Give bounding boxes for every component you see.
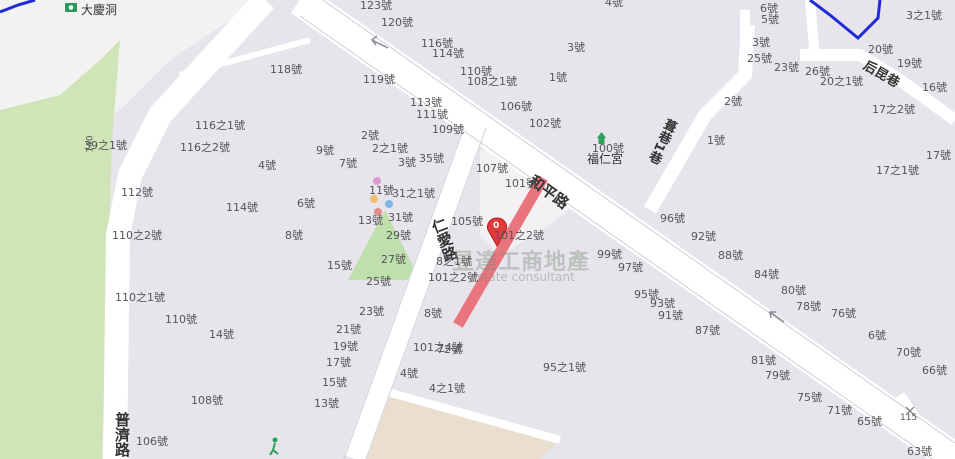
address-label: 20號 bbox=[868, 43, 893, 56]
address-label: 17號 bbox=[926, 149, 951, 162]
address-label: 8號 bbox=[424, 307, 442, 320]
address-label: 4之1號 bbox=[429, 382, 465, 395]
address-label: 2號 bbox=[724, 95, 742, 108]
address-label: 100號 bbox=[592, 142, 624, 155]
address-label: 96號 bbox=[660, 212, 685, 225]
address-label: 116之2號 bbox=[180, 141, 230, 154]
address-label: 6號 bbox=[868, 329, 886, 342]
address-label: 39之1號 bbox=[84, 139, 127, 152]
address-label: 3號 bbox=[398, 156, 416, 169]
address-label: 111號 bbox=[416, 108, 448, 121]
address-label: 2之1號 bbox=[372, 142, 408, 155]
address-label: 4號 bbox=[400, 367, 418, 380]
address-label: 8之1號 bbox=[436, 255, 472, 268]
address-label: 119號 bbox=[363, 73, 395, 86]
address-label: 71號 bbox=[827, 404, 852, 417]
address-label: 66號 bbox=[922, 364, 947, 377]
address-label: 80號 bbox=[781, 284, 806, 297]
address-label: 110之2號 bbox=[112, 229, 162, 242]
address-label: 99號 bbox=[597, 248, 622, 261]
address-label: 118號 bbox=[270, 63, 302, 76]
address-label: 106號 bbox=[500, 100, 532, 113]
address-label: 110號 bbox=[165, 313, 197, 326]
address-label: 21號 bbox=[336, 323, 361, 336]
address-label: 23號 bbox=[774, 61, 799, 74]
address-label: 11號 bbox=[369, 184, 394, 197]
address-label: 76號 bbox=[831, 307, 856, 320]
address-label: 91號 bbox=[658, 309, 683, 322]
address-label: 109號 bbox=[432, 123, 464, 136]
address-label: 35號 bbox=[419, 152, 444, 165]
address-label: 79號 bbox=[765, 369, 790, 382]
address-label: 2號 bbox=[361, 129, 379, 142]
address-label: 120號 bbox=[381, 16, 413, 29]
address-label: 65號 bbox=[857, 415, 882, 428]
address-label: 87號 bbox=[695, 324, 720, 337]
address-label: 1號 bbox=[707, 134, 725, 147]
address-label: 72號 bbox=[437, 343, 462, 356]
address-label: 114號 bbox=[226, 201, 258, 214]
address-label: 101號 bbox=[505, 177, 537, 190]
address-label: 101之2號 bbox=[428, 271, 478, 284]
address-label: 108之1號 bbox=[467, 75, 517, 88]
address-label: 25號 bbox=[747, 52, 772, 65]
address-label: 78號 bbox=[796, 300, 821, 313]
address-label: 108號 bbox=[191, 394, 223, 407]
address-label: 20之1號 bbox=[820, 75, 863, 88]
address-label: 17之2號 bbox=[872, 103, 915, 116]
address-label: 19號 bbox=[333, 340, 358, 353]
address-label: 17之1號 bbox=[876, 164, 919, 177]
address-label: 8號 bbox=[285, 229, 303, 242]
address-label: 97號 bbox=[618, 261, 643, 274]
address-label: 92號 bbox=[691, 230, 716, 243]
poi-daqing-cave[interactable]: 大慶洞 bbox=[81, 1, 117, 18]
address-label: 114號 bbox=[432, 47, 464, 60]
address-label: 9號 bbox=[316, 144, 334, 157]
address-label: 3之1號 bbox=[906, 9, 942, 22]
address-label: 13號 bbox=[314, 397, 339, 410]
address-label: 101之2號 bbox=[494, 229, 544, 242]
address-label: 13號 bbox=[358, 214, 383, 227]
address-label: 25號 bbox=[366, 275, 391, 288]
address-label: 15號 bbox=[327, 259, 352, 272]
map-view[interactable]: 大慶洞 福仁宮 和平路 仁愛路 普濟路 葺巷1巷 后昆巷 140 115 0 昱… bbox=[0, 0, 955, 459]
road-number-label: 115 bbox=[900, 413, 918, 423]
address-label: 31之1號 bbox=[392, 187, 435, 200]
address-label: 1號 bbox=[549, 71, 567, 84]
address-label: 7號 bbox=[339, 157, 357, 170]
address-label: 5號 bbox=[761, 13, 779, 26]
address-label: 112號 bbox=[121, 186, 153, 199]
address-label: 29號 bbox=[386, 229, 411, 242]
address-label: 19號 bbox=[897, 57, 922, 70]
address-label: 95之1號 bbox=[543, 361, 586, 374]
road-label-puji: 普濟路 bbox=[113, 412, 131, 457]
address-label: 81號 bbox=[751, 354, 776, 367]
address-label: 107號 bbox=[476, 162, 508, 175]
address-label: 75號 bbox=[797, 391, 822, 404]
address-label: 4號 bbox=[258, 159, 276, 172]
address-label: 15號 bbox=[322, 376, 347, 389]
address-label: 102號 bbox=[529, 117, 561, 130]
address-label: 110之1號 bbox=[115, 291, 165, 304]
address-label: 105號 bbox=[451, 215, 483, 228]
watermark-subtext: estate consultant bbox=[470, 270, 575, 284]
address-label: 6號 bbox=[297, 197, 315, 210]
address-label: 23號 bbox=[359, 305, 384, 318]
address-label: 84號 bbox=[754, 268, 779, 281]
address-label: 16號 bbox=[922, 81, 947, 94]
address-label: 4號 bbox=[605, 0, 623, 9]
address-label: 106號 bbox=[136, 435, 168, 448]
address-label: 123號 bbox=[360, 0, 392, 12]
address-label: 17號 bbox=[326, 356, 351, 369]
address-label: 31號 bbox=[388, 211, 413, 224]
address-label: 27號 bbox=[381, 253, 406, 266]
address-label: 3號 bbox=[567, 41, 585, 54]
address-label: 88號 bbox=[718, 249, 743, 262]
address-label: 63號 bbox=[907, 445, 932, 458]
address-label: 14號 bbox=[209, 328, 234, 341]
address-label: 70號 bbox=[896, 346, 921, 359]
address-label: 116之1號 bbox=[195, 119, 245, 132]
address-label: 3號 bbox=[752, 36, 770, 49]
